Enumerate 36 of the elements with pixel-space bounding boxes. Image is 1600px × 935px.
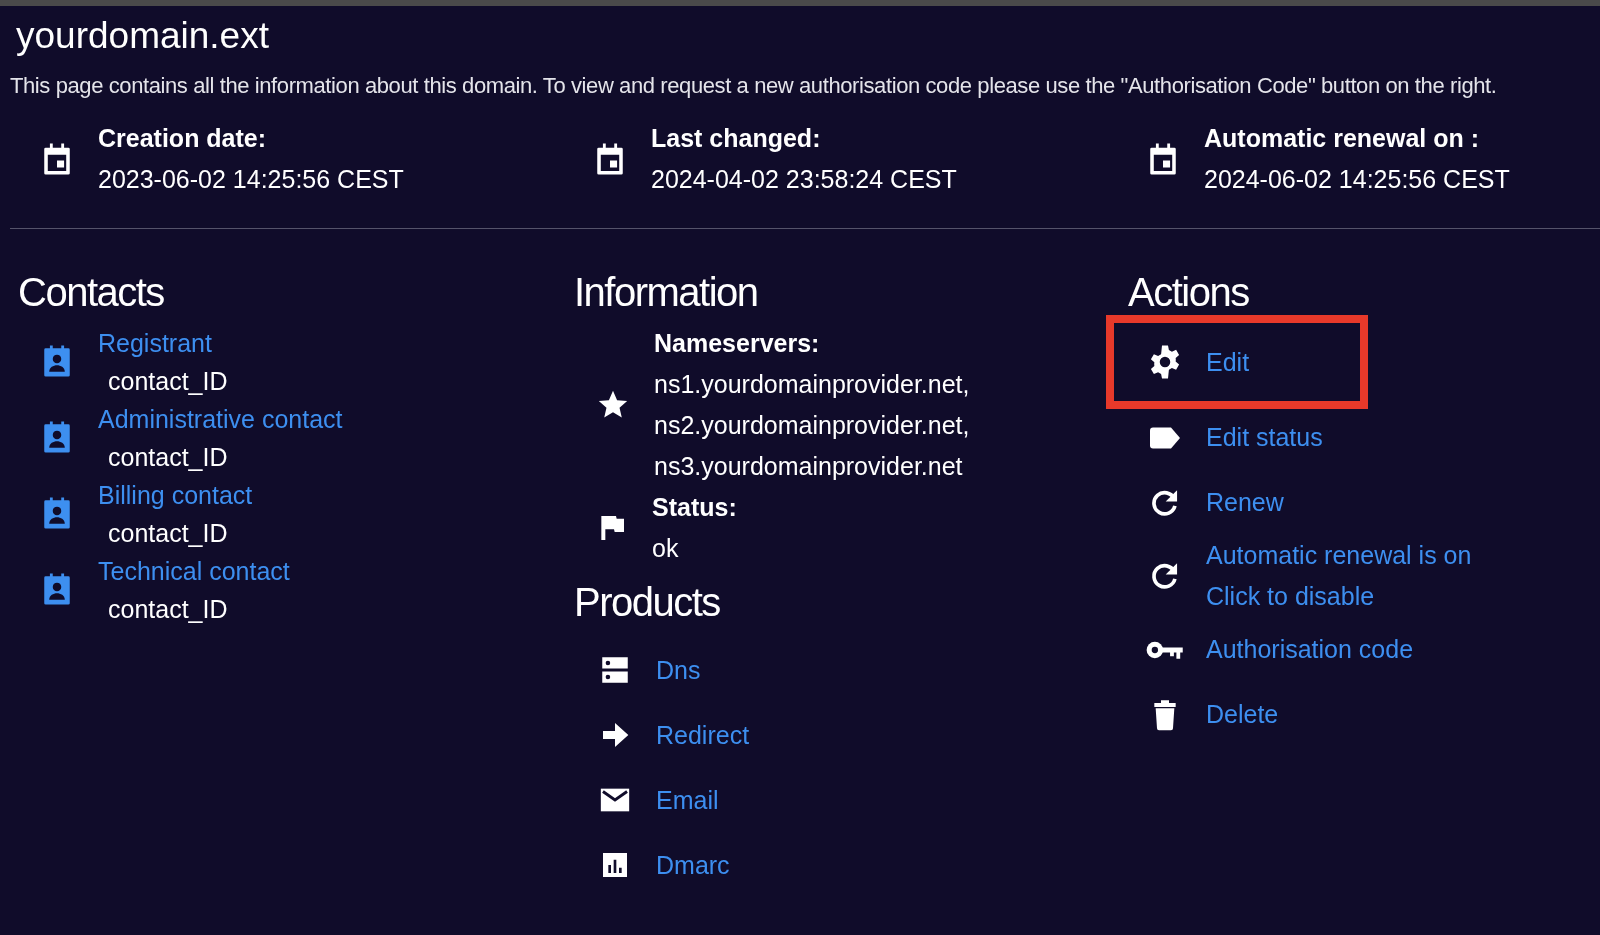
contact-id: contact_ID xyxy=(107,518,229,550)
section-heading: Contacts xyxy=(18,269,165,316)
info-value: ns1.yourdomainprovider.net, xyxy=(654,369,970,401)
action-link[interactable]: Authorisation code xyxy=(1206,629,1414,671)
contact-role-link[interactable]: Registrant xyxy=(98,323,212,364)
contact-role-link[interactable]: Technical contact xyxy=(98,551,290,592)
info-value: ok xyxy=(652,533,680,565)
action-link[interactable]: Edit xyxy=(1206,341,1250,383)
info-label: Nameservers: xyxy=(654,328,821,360)
product-link[interactable]: Dns xyxy=(656,651,701,688)
info-value: ns2.yourdomainprovider.net, xyxy=(654,410,970,442)
date-label: Automatic renewal on : xyxy=(1204,123,1481,155)
info-value: ns3.yourdomainprovider.net xyxy=(654,451,964,483)
page-description: This page contains all the information about this domain. To view and request a new authorisation code please use the "Authorisation Code" button on the right. xyxy=(10,72,1498,101)
date-label: Last changed: xyxy=(651,123,822,155)
section-heading: Information xyxy=(574,269,759,316)
date-value: 2023-06-02 14:25:56 CEST xyxy=(98,164,404,196)
date-value: 2024-06-02 14:25:56 CEST xyxy=(1204,164,1510,196)
date-value: 2024-04-02 23:58:24 CEST xyxy=(651,164,957,196)
product-link[interactable]: Redirect xyxy=(656,716,750,753)
action-link[interactable]: Delete xyxy=(1206,694,1279,736)
action-link[interactable]: Automatic renewal is on Click to disable xyxy=(1206,535,1472,618)
action-link[interactable]: Renew xyxy=(1206,482,1284,524)
date-label: Creation date: xyxy=(98,123,268,155)
contact-role-link[interactable]: Administrative contact xyxy=(98,399,343,440)
info-label: Status: xyxy=(652,492,737,524)
product-link[interactable]: Email xyxy=(656,781,719,818)
contact-id: contact_ID xyxy=(107,442,229,474)
section-heading: Products xyxy=(574,579,721,626)
product-link[interactable]: Dmarc xyxy=(656,846,730,883)
domain-title: yourdomain.ext xyxy=(16,14,270,58)
contact-id: contact_ID xyxy=(107,366,228,398)
contact-id: contact_ID xyxy=(107,594,229,626)
action-link[interactable]: Edit status xyxy=(1206,417,1323,459)
section-heading: Actions xyxy=(1128,269,1250,316)
contact-role-link[interactable]: Billing contact xyxy=(98,475,253,516)
